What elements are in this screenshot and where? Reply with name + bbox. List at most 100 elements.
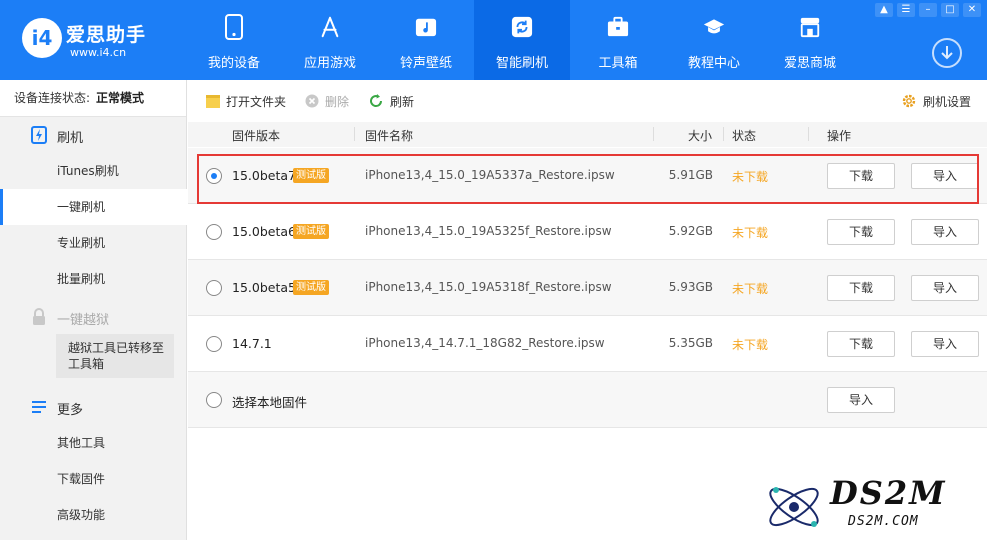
nav-toolbox[interactable]: 工具箱 (570, 0, 666, 80)
watermark-url: DS2M.COM (848, 514, 919, 529)
local-firmware-radio[interactable] (206, 392, 222, 408)
refresh-icon (511, 14, 533, 40)
jailbreak-moved-note: 越狱工具已转移至工具箱 (56, 334, 174, 378)
nav-label: 教程中心 (687, 56, 740, 71)
import-button[interactable]: 导入 (911, 331, 979, 357)
firmware-version: 15.0beta6 (232, 224, 296, 239)
delete-label: 删除 (325, 94, 350, 109)
minimize-icon[interactable]: – (919, 3, 937, 17)
app-name: 爱思助手 (66, 24, 147, 46)
import-button[interactable]: 导入 (911, 219, 979, 245)
flash-settings-label: 刷机设置 (923, 94, 972, 109)
sidebar-item-one-click-flash[interactable]: 一键刷机 (0, 189, 187, 225)
connection-status-label: 设备连接状态: (14, 91, 91, 105)
connection-status-value: 正常模式 (96, 91, 145, 105)
col-version: 固件版本 (232, 129, 281, 143)
nav-label: 铃声壁纸 (399, 56, 452, 71)
download-button[interactable]: 下载 (827, 331, 895, 357)
delete-button[interactable]: 删除 (305, 92, 349, 110)
sidebar-group-label: 刷机 (57, 131, 84, 146)
table-row-local-firmware[interactable]: 选择本地固件 导入 (188, 372, 987, 428)
shop-icon (799, 14, 821, 40)
col-separator (723, 127, 724, 141)
toolbox-icon (607, 14, 629, 40)
firmware-size: 5.92GB (668, 224, 713, 238)
col-name: 固件名称 (365, 129, 414, 143)
table-row[interactable]: 14.7.1 iPhone13,4_14.7.1_18G82_Restore.i… (188, 316, 987, 372)
nav-smart-flash[interactable]: 智能刷机 (474, 0, 570, 80)
firmware-status: 未下载 (732, 338, 769, 352)
app-logo: i4 爱思助手 www.i4.cn (22, 16, 162, 64)
sidebar: 设备连接状态: 正常模式 刷机 iTunes刷机 一键刷机 专业刷机 批量刷机 一… (0, 80, 187, 540)
close-icon[interactable]: ✕ (963, 3, 981, 17)
nav-label: 智能刷机 (495, 56, 548, 71)
folder-icon (206, 94, 220, 108)
download-manager-icon[interactable] (932, 38, 962, 68)
sidebar-item-advanced[interactable]: 高级功能 (0, 497, 187, 533)
connection-status: 设备连接状态: 正常模式 (0, 80, 186, 117)
nav-ringtones[interactable]: 铃声壁纸 (378, 0, 474, 80)
import-button[interactable]: 导入 (911, 163, 979, 189)
beta-badge: 测试版 (293, 280, 329, 295)
nav-label: 应用游戏 (303, 56, 356, 71)
table-row[interactable]: 15.0beta6 测试版 iPhone13,4_15.0_19A5325f_R… (188, 204, 987, 260)
firmware-version: 15.0beta7 (232, 168, 296, 183)
open-folder-button[interactable]: 打开文件夹 (206, 92, 286, 110)
sidebar-item-download-firmware[interactable]: 下载固件 (0, 461, 187, 497)
maximize-icon[interactable]: □ (941, 3, 959, 17)
watermark-title: DS2M (830, 474, 947, 512)
download-button[interactable]: 下载 (827, 219, 895, 245)
firmware-name: iPhone13,4_15.0_19A5337a_Restore.ipsw (365, 168, 615, 182)
firmware-radio[interactable] (206, 168, 222, 184)
sidebar-item-batch-flash[interactable]: 批量刷机 (0, 261, 187, 297)
nav-tutorials[interactable]: 教程中心 (666, 0, 762, 80)
app-header: i4 爱思助手 www.i4.cn 我的设备 应用游戏 铃声壁纸 智能刷机 工具… (0, 0, 987, 80)
table-row[interactable]: 15.0beta7 测试版 iPhone13,4_15.0_19A5337a_R… (188, 148, 987, 204)
firmware-name: iPhone13,4_15.0_19A5318f_Restore.ipsw (365, 280, 612, 294)
import-local-button[interactable]: 导入 (827, 387, 895, 413)
main-nav: 我的设备 应用游戏 铃声壁纸 智能刷机 工具箱 教程中心 爱思商城 (186, 0, 858, 80)
nav-shop[interactable]: 爱思商城 (762, 0, 858, 80)
firmware-table-header: 固件版本 固件名称 大小 状态 操作 (188, 122, 987, 147)
sidebar-item-other-tools[interactable]: 其他工具 (0, 425, 187, 461)
local-firmware-label: 选择本地固件 (232, 395, 308, 410)
firmware-version: 14.7.1 (232, 336, 272, 351)
nav-my-device[interactable]: 我的设备 (186, 0, 282, 80)
gear-icon (901, 93, 917, 109)
firmware-version: 15.0beta5 (232, 280, 296, 295)
sidebar-item-pro-flash[interactable]: 专业刷机 (0, 225, 187, 261)
col-separator (808, 127, 809, 141)
firmware-size: 5.35GB (668, 336, 713, 350)
beta-badge: 测试版 (293, 168, 329, 183)
nav-apps-games[interactable]: 应用游戏 (282, 0, 378, 80)
nav-label: 爱思商城 (783, 56, 836, 71)
firmware-size: 5.91GB (668, 168, 713, 182)
sidebar-group-more: 更多 (0, 389, 187, 425)
firmware-size: 5.93GB (668, 280, 713, 294)
table-row[interactable]: 15.0beta5 测试版 iPhone13,4_15.0_19A5318f_R… (188, 260, 987, 316)
nav-label: 工具箱 (598, 56, 638, 71)
download-button[interactable]: 下载 (827, 275, 895, 301)
logo-mark: i4 (22, 18, 62, 58)
delete-icon (305, 94, 319, 108)
watermark: DS2M DS2M.COM (750, 472, 987, 540)
import-button[interactable]: 导入 (911, 275, 979, 301)
atom-logo-icon (762, 478, 826, 536)
sidebar-item-itunes-flash[interactable]: iTunes刷机 (0, 153, 187, 189)
firmware-radio[interactable] (206, 336, 222, 352)
sidebar-group-jailbreak: 一键越狱 (0, 299, 187, 335)
col-status: 状态 (732, 129, 757, 143)
flash-settings-button[interactable]: 刷机设置 (901, 92, 971, 110)
firmware-name: iPhone13,4_15.0_19A5325f_Restore.ipsw (365, 224, 612, 238)
col-separator (653, 127, 654, 141)
firmware-status: 未下载 (732, 282, 769, 296)
download-button[interactable]: 下载 (827, 163, 895, 189)
menu-icon[interactable]: ☰ (897, 3, 915, 17)
refresh-label: 刷新 (390, 94, 415, 109)
firmware-status: 未下载 (732, 170, 769, 184)
firmware-radio[interactable] (206, 280, 222, 296)
refresh-button[interactable]: 刷新 (368, 92, 414, 110)
skin-icon[interactable]: ▲ (875, 3, 893, 17)
firmware-radio[interactable] (206, 224, 222, 240)
sidebar-group-flash: 刷机 (0, 117, 187, 153)
